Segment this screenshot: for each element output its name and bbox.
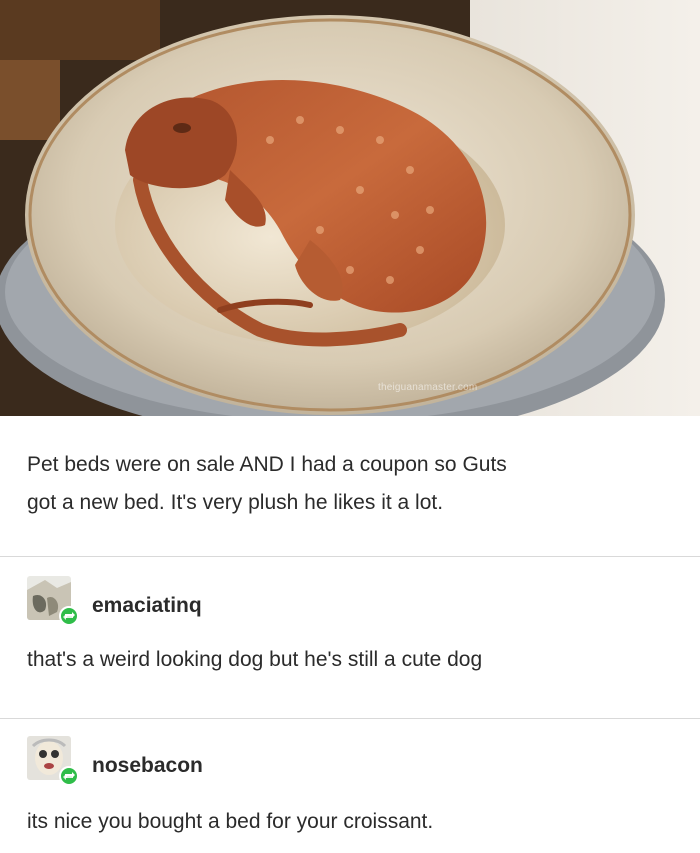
- post-caption: Pet beds were on sale AND I had a coupon…: [27, 453, 507, 514]
- post-photo[interactable]: theiguanamaster.com: [0, 0, 700, 416]
- reply-item: nosebacon its nice you bought a bed for …: [0, 718, 700, 853]
- photo-watermark: theiguanamaster.com: [378, 382, 478, 393]
- reply-avatar[interactable]: [27, 576, 79, 626]
- reply-text: its nice you bought a bed for your crois…: [27, 810, 434, 833]
- reply-username[interactable]: nosebacon: [92, 754, 203, 778]
- tumblr-post: theiguanamaster.com Pet beds were on sal…: [0, 0, 700, 853]
- reply-text: that's a weird looking dog but he's stil…: [27, 648, 483, 671]
- reply-avatar[interactable]: [27, 736, 79, 786]
- reply-item: emaciatinq that's a weird looking dog bu…: [0, 556, 700, 718]
- lizard-in-bed-image: [0, 0, 700, 416]
- reply-username[interactable]: emaciatinq: [92, 594, 202, 618]
- reblog-icon: [59, 766, 79, 786]
- reblog-icon: [59, 606, 79, 626]
